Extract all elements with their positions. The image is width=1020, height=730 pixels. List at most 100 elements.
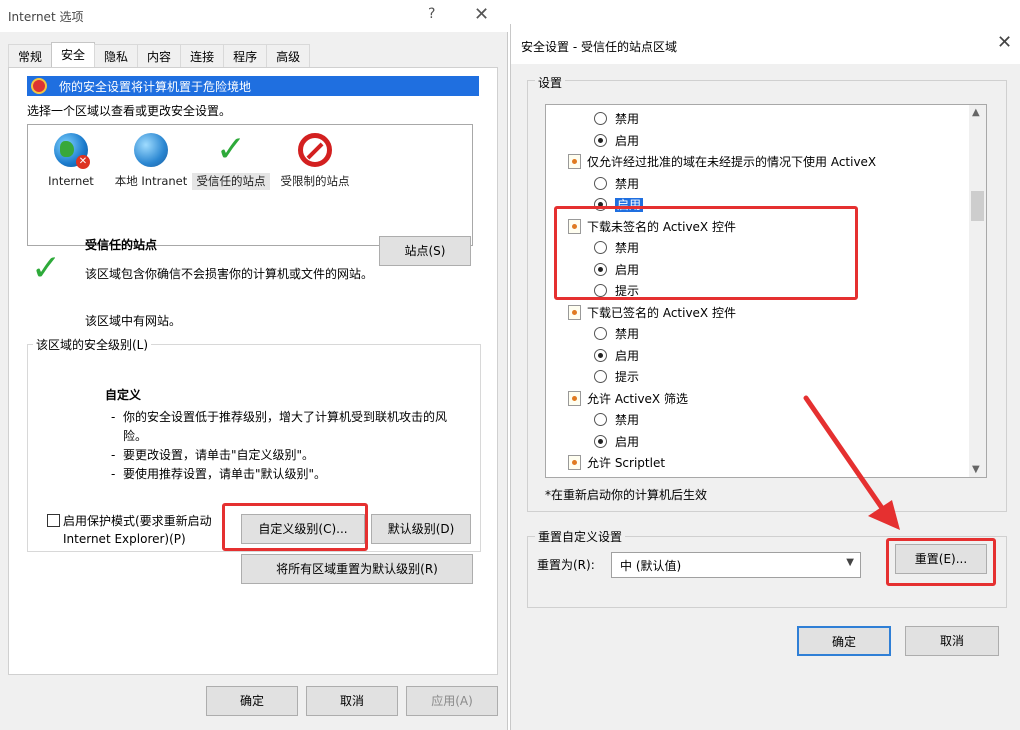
cancel-button[interactable]: 取消 — [905, 626, 999, 656]
setting-label: 禁用 — [615, 327, 640, 341]
zone-internet[interactable]: ✕ Internet — [32, 133, 110, 190]
ok-button[interactable]: 确定 — [206, 686, 298, 716]
setting-option[interactable]: 禁用 — [594, 410, 639, 430]
setting-option[interactable]: 启用 — [594, 432, 639, 452]
setting-label: 允许 Scriptlet — [587, 456, 666, 470]
radio-unchecked-icon[interactable] — [594, 370, 607, 383]
scroll-thumb[interactable] — [971, 191, 984, 221]
radio-checked-icon[interactable] — [594, 434, 607, 448]
setting-option[interactable]: 禁用 — [594, 324, 639, 344]
zone-restricted-sites[interactable]: 受限制的站点 — [276, 133, 354, 190]
setting-label: 禁用 — [615, 413, 640, 427]
zone-label: Internet — [48, 174, 94, 188]
intranet-icon — [134, 133, 168, 167]
setting-label: 仅允许经过批准的域在未经提示的情况下使用 ActiveX — [587, 155, 877, 169]
radio-checked-icon[interactable] — [594, 348, 607, 362]
tab-strip: 常规 安全 隐私 内容 连接 程序 高级 — [8, 42, 311, 68]
dialog-title: 安全设置 - 受信任的站点区域 — [521, 40, 677, 54]
restart-note: *在重新启动你的计算机后生效 — [545, 488, 708, 502]
reset-custom-group-label: 重置自定义设置 — [535, 528, 626, 545]
setting-icon — [568, 154, 581, 169]
titlebar: Internet 选项 ? ✕ — [0, 0, 508, 32]
reset-level-select[interactable]: 中 (默认值) ▼ — [611, 552, 861, 578]
level-bullet: 要使用推荐设置，请单击"默认级别"。 — [109, 465, 469, 484]
internet-options-dialog: Internet 选项 ? ✕ 常规 安全 隐私 内容 连接 程序 高级 你的安… — [0, 0, 508, 730]
default-level-button[interactable]: 默认级别(D) — [371, 514, 471, 544]
zone-local-intranet[interactable]: 本地 Intranet — [112, 133, 190, 190]
zone-label: 受限制的站点 — [280, 174, 350, 188]
tab-content[interactable]: 内容 — [137, 44, 182, 68]
zone-prompt: 选择一个区域以查看或更改安全设置。 — [27, 104, 232, 118]
level-bullet: 要更改设置，请单击"自定义级别"。 — [109, 446, 469, 465]
zone-note: 该区域中有网站。 — [85, 314, 182, 328]
trusted-checkmark-icon: ✓ — [31, 248, 62, 289]
security-level-group-label: 该区域的安全级别(L) — [33, 336, 152, 353]
tab-privacy[interactable]: 隐私 — [94, 44, 139, 68]
zone-title: 受信任的站点 — [85, 238, 158, 252]
reset-to-label: 重置为(R): — [537, 558, 595, 572]
zone-list: ✕ Internet 本地 Intranet ✓ 受信任的站点 受限制的站点 — [27, 124, 473, 246]
close-button[interactable]: ✕ — [997, 32, 1012, 53]
sites-button[interactable]: 站点(S) — [379, 236, 471, 266]
radio-unchecked-icon[interactable] — [594, 413, 607, 426]
chevron-down-icon: ▼ — [846, 557, 854, 568]
setting-label: 提示 — [615, 370, 640, 384]
setting-item[interactable]: 仅允许经过批准的域在未经提示的情况下使用 ActiveX — [568, 152, 876, 172]
tab-security[interactable]: 安全 — [51, 42, 96, 68]
zone-label: 受信任的站点 — [192, 173, 270, 190]
setting-label: 禁用 — [615, 176, 640, 191]
setting-icon — [568, 455, 581, 470]
close-button[interactable]: ✕ — [474, 4, 489, 25]
shield-warning-icon — [31, 78, 47, 94]
zone-trusted-sites[interactable]: ✓ 受信任的站点 — [192, 129, 270, 190]
setting-label: 下载已签名的 ActiveX 控件 — [587, 305, 736, 320]
settings-label: 设置 — [535, 74, 566, 91]
protected-mode-checkbox[interactable] — [47, 514, 60, 527]
reset-level-value: 中 (默认值) — [620, 559, 682, 573]
level-bullets: 你的安全设置低于推荐级别，增大了计算机受到联机攻击的风险。 要更改设置，请单击"… — [109, 408, 469, 484]
setting-option[interactable]: 提示 — [594, 367, 639, 387]
tab-connections[interactable]: 连接 — [180, 44, 225, 68]
setting-item[interactable]: 下载已签名的 ActiveX 控件 — [568, 303, 736, 323]
scroll-up-icon[interactable]: ▲ — [972, 107, 980, 118]
apply-button[interactable]: 应用(A) — [406, 686, 498, 716]
setting-option[interactable]: 启用 — [594, 131, 639, 151]
zone-description: 该区域包含你确信不会损害你的计算机或文件的网站。 — [85, 267, 374, 281]
setting-label: 允许 ActiveX 筛选 — [587, 391, 688, 406]
setting-label: 启用 — [615, 133, 640, 148]
restricted-icon — [298, 133, 332, 167]
dialog-title: Internet 选项 — [8, 10, 84, 24]
setting-label: 启用 — [615, 434, 640, 449]
setting-option[interactable]: 禁用 — [594, 174, 639, 194]
tab-advanced[interactable]: 高级 — [266, 44, 311, 68]
tree-scrollbar[interactable]: ▲ ▼ — [969, 105, 986, 477]
tab-programs[interactable]: 程序 — [223, 44, 268, 68]
radio-unchecked-icon[interactable] — [594, 176, 607, 190]
setting-option[interactable]: 启用 — [594, 346, 639, 366]
scroll-down-icon[interactable]: ▼ — [972, 464, 980, 475]
setting-icon — [568, 304, 581, 320]
reset-all-zones-button[interactable]: 将所有区域重置为默认级别(R) — [241, 554, 473, 584]
protected-mode-label[interactable]: 启用保护模式(要求重新启动 Internet Explorer)(P) — [63, 512, 233, 548]
radio-unchecked-icon[interactable] — [594, 112, 607, 125]
setting-option[interactable]: 禁用 — [594, 109, 639, 129]
radio-unchecked-icon[interactable] — [594, 327, 607, 340]
reset-button-highlight — [886, 538, 996, 586]
tab-general[interactable]: 常规 — [8, 44, 53, 68]
setting-item[interactable]: 允许 ActiveX 筛选 — [568, 389, 688, 409]
titlebar: 安全设置 - 受信任的站点区域 ✕ — [511, 24, 1020, 64]
radio-checked-icon[interactable] — [594, 133, 607, 147]
checkmark-icon: ✓ — [215, 129, 247, 170]
ok-button[interactable]: 确定 — [797, 626, 891, 656]
banner-text: 你的安全设置将计算机置于危险境地 — [59, 80, 252, 94]
level-title: 自定义 — [105, 388, 142, 402]
security-settings-dialog: 安全设置 - 受信任的站点区域 ✕ 设置 禁用 启用 仅允许经过批准的域在未经提示的… — [510, 24, 1020, 730]
setting-item[interactable]: 允许 Scriptlet — [568, 453, 665, 473]
help-button[interactable]: ? — [428, 6, 435, 22]
cancel-button[interactable]: 取消 — [306, 686, 398, 716]
security-warning-banner[interactable]: 你的安全设置将计算机置于危险境地 — [27, 76, 479, 96]
custom-level-highlight — [222, 503, 368, 551]
security-tab-panel: 你的安全设置将计算机置于危险境地 选择一个区域以查看或更改安全设置。 ✕ Int… — [8, 67, 498, 675]
level-bullet: 你的安全设置低于推荐级别，增大了计算机受到联机攻击的风险。 — [109, 408, 469, 446]
globe-icon: ✕ — [54, 133, 90, 169]
